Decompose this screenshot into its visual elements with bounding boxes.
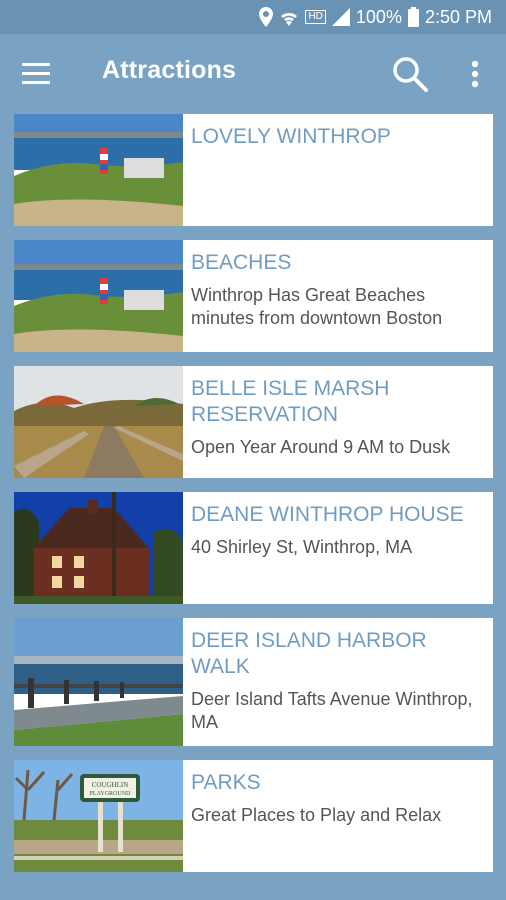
list-item[interactable]: DEER ISLAND HARBOR WALK Deer Island Taft… <box>14 618 493 746</box>
network-type-label: HD <box>305 10 326 24</box>
list-item[interactable]: DEANE WINTHROP HOUSE 40 Shirley St, Wint… <box>14 492 493 604</box>
wifi-icon <box>279 8 299 26</box>
page-title: Attractions <box>102 56 237 84</box>
list-item-text: DEANE WINTHROP HOUSE 40 Shirley St, Wint… <box>183 492 493 604</box>
list-item[interactable]: COUGHLIN PLAYGROUND PARKS Great Places t… <box>14 760 493 872</box>
app-bar: Attractions <box>0 34 506 114</box>
list-item-text: LOVELY WINTHROP <box>183 114 493 226</box>
list-item[interactable]: BELLE ISLE MARSH RESERVATION Open Year A… <box>14 366 493 478</box>
list-item-title: PARKS <box>191 771 261 794</box>
list-item-title: LOVELY WINTHROP <box>191 125 391 148</box>
status-bar: HD 100% 2:50 PM <box>0 0 506 34</box>
clock: 2:50 PM <box>424 6 492 27</box>
location-icon <box>259 7 274 27</box>
marsh-boardwalk-photo <box>14 366 183 478</box>
list-item-subtitle: Deer Island Tafts Avenue Winthrop, MA <box>191 689 473 732</box>
search-button[interactable] <box>390 54 430 94</box>
signal-icon <box>331 8 350 26</box>
list-item-title: DEANE WINTHROP HOUSE <box>191 503 464 526</box>
park-sign-text: PLAYGROUND <box>90 791 131 797</box>
harbor-lighthouse-photo <box>14 114 183 226</box>
list-item-subtitle: Open Year Around 9 AM to Dusk <box>191 437 451 457</box>
harbor-walk-photo <box>14 618 183 746</box>
list-item-subtitle: Winthrop Has Great Beaches minutes from … <box>191 285 443 328</box>
status-icons: HD 100% 2:50 PM <box>259 0 492 34</box>
battery-percent: 100% <box>355 6 402 27</box>
list-item-text: DEER ISLAND HARBOR WALK Deer Island Taft… <box>183 618 493 746</box>
attractions-list[interactable]: LOVELY WINTHROP BEACHES Winthrop Has Gre… <box>0 114 506 900</box>
harbor-lighthouse-photo <box>14 240 183 352</box>
more-vert-icon <box>471 60 479 88</box>
battery-icon <box>407 7 419 27</box>
colonial-house-photo <box>14 492 183 604</box>
park-sign-text: COUGHLIN <box>92 781 129 789</box>
list-item-title: BELLE ISLE MARSH RESERVATION <box>191 377 390 426</box>
list-item-text: BEACHES Winthrop Has Great Beaches minut… <box>183 240 493 352</box>
menu-icon <box>22 63 50 84</box>
list-item-subtitle: 40 Shirley St, Winthrop, MA <box>191 537 413 557</box>
list-item-title: DEER ISLAND HARBOR WALK <box>191 629 427 678</box>
menu-button[interactable] <box>22 58 56 90</box>
list-item-subtitle: Great Places to Play and Relax <box>191 805 442 825</box>
list-item-title: BEACHES <box>191 251 292 274</box>
list-item[interactable]: BEACHES Winthrop Has Great Beaches minut… <box>14 240 493 352</box>
list-item-text: BELLE ISLE MARSH RESERVATION Open Year A… <box>183 366 493 478</box>
playground-sign-photo: COUGHLIN PLAYGROUND <box>14 760 183 872</box>
search-icon <box>393 57 428 92</box>
list-item[interactable]: LOVELY WINTHROP <box>14 114 493 226</box>
more-options-button[interactable] <box>465 56 485 92</box>
list-item-text: PARKS Great Places to Play and Relax <box>183 760 493 872</box>
